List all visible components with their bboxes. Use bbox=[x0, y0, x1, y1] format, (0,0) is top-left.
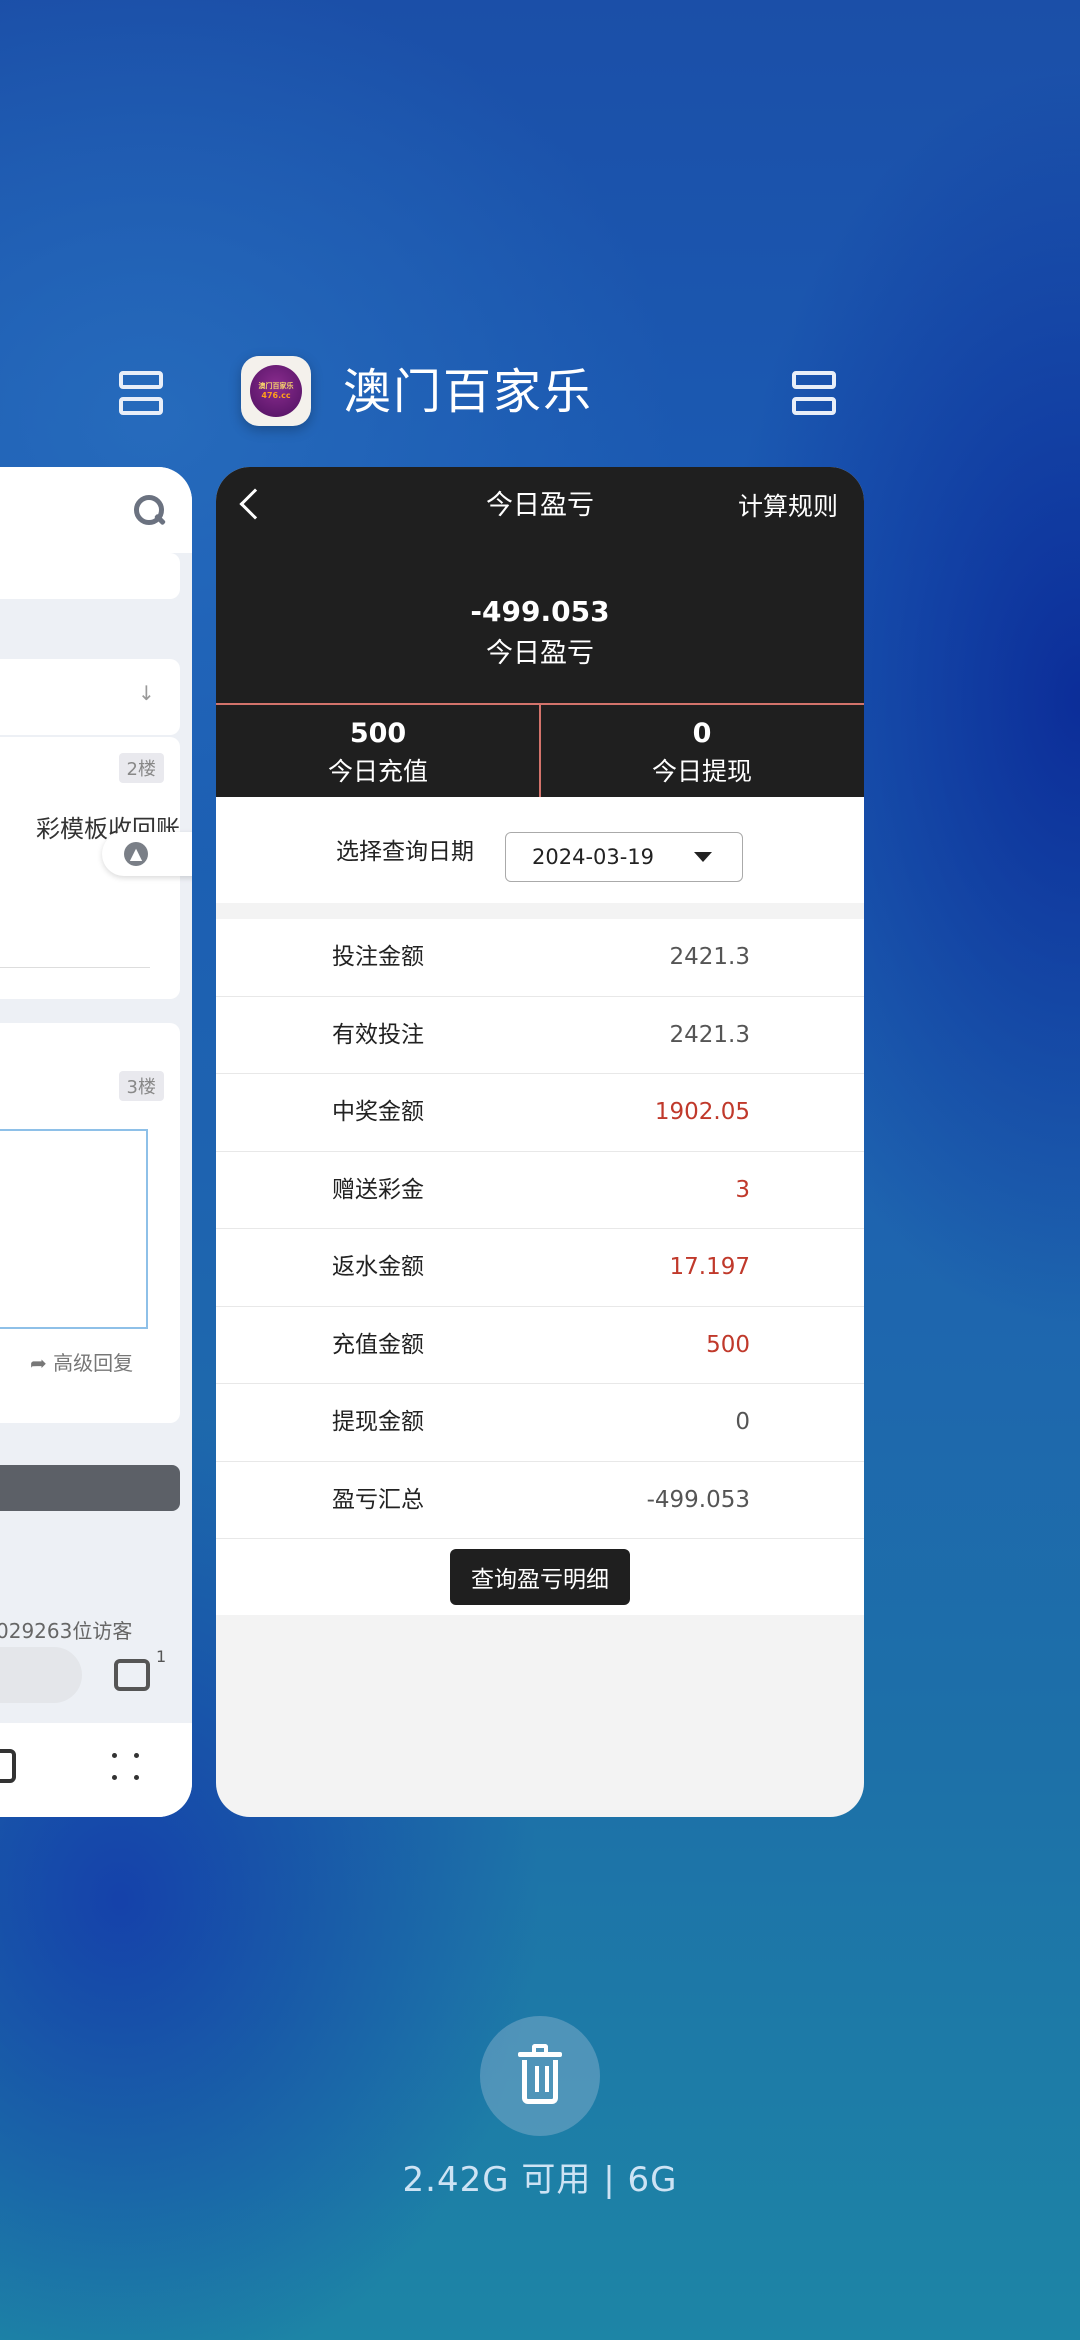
withdraw-stat: 0 今日提现 bbox=[540, 717, 864, 789]
row-value: 0 bbox=[735, 1409, 750, 1435]
row-value: 1902.05 bbox=[654, 1099, 750, 1125]
stats-row: 投注金额 2421.3 bbox=[216, 919, 864, 997]
withdraw-value: 0 bbox=[692, 718, 712, 749]
logo-text: 澳门百家乐 bbox=[258, 382, 294, 390]
app-logo: 澳门百家乐 476.cc bbox=[241, 356, 311, 426]
recent-app-card-main[interactable]: 今日盈亏 计算规则 -499.053 今日盈亏 500 今日充值 0 今日提现 … bbox=[216, 467, 864, 1817]
left-card-nav-bar bbox=[0, 1723, 192, 1817]
stats-row: 盈亏汇总 -499.053 bbox=[216, 1462, 864, 1539]
search-icon[interactable] bbox=[132, 493, 168, 529]
left-card-toolbar bbox=[0, 467, 192, 553]
reply-arrow-icon: ➦ bbox=[30, 1351, 47, 1375]
row-label: 有效投注 bbox=[332, 1021, 424, 1048]
stats-row: 有效投注 2421.3 bbox=[216, 997, 864, 1074]
row-value: 2421.3 bbox=[669, 1021, 750, 1048]
stats-footer: 查询盈亏明细 bbox=[216, 1539, 864, 1615]
row-label: 返水金额 bbox=[332, 1254, 424, 1280]
stats-list: 投注金额 2421.3 有效投注 2421.3 中奖金额 1902.05 赠送彩金 3 … bbox=[216, 919, 864, 1615]
rules-link[interactable]: 计算规则 bbox=[738, 491, 838, 523]
split-screen-icon-left[interactable] bbox=[119, 371, 163, 415]
stats-row: 充值金额 500 bbox=[216, 1307, 864, 1384]
row-value: 17.197 bbox=[669, 1254, 750, 1280]
memory-status: 2.42G 可用 | 6G bbox=[402, 2160, 678, 2200]
clear-all-button[interactable] bbox=[480, 2016, 600, 2136]
app-title: 澳门百家乐 bbox=[343, 364, 594, 420]
stats-row: 中奖金额 1902.05 bbox=[216, 1074, 864, 1152]
reply-textarea[interactable] bbox=[0, 1129, 148, 1329]
dropdown-arrow-icon bbox=[694, 852, 712, 862]
scroll-top-button[interactable]: ▲ bbox=[102, 832, 192, 876]
floor-tag: 2楼 bbox=[118, 753, 164, 783]
stats-row: 提现金额 0 bbox=[216, 1384, 864, 1462]
recharge-label: 今日充值 bbox=[327, 757, 428, 786]
floor-tag: 3楼 bbox=[118, 1071, 164, 1101]
logo-domain: 476.cc bbox=[261, 391, 291, 400]
advanced-reply-link[interactable]: ➦ 高级回复 bbox=[30, 1347, 133, 1376]
date-select[interactable]: 2024-03-19 bbox=[505, 832, 743, 882]
recharge-stat: 500 今日充值 bbox=[216, 717, 540, 789]
stats-row: 返水金额 17.197 bbox=[216, 1229, 864, 1307]
trash-bin bbox=[522, 2060, 558, 2104]
stats-row: 赠送彩金 3 bbox=[216, 1152, 864, 1229]
arrow-up-icon: ▲ bbox=[124, 842, 148, 866]
more-icon[interactable] bbox=[112, 1753, 142, 1783]
row-label: 提现金额 bbox=[332, 1409, 424, 1435]
date-query-label: 选择查询日期 bbox=[336, 839, 474, 865]
left-card-block-1 bbox=[0, 553, 180, 599]
row-label: 投注金额 bbox=[332, 944, 424, 970]
row-label: 充值金额 bbox=[332, 1331, 424, 1358]
comment-input[interactable] bbox=[0, 1647, 82, 1703]
advanced-reply-label: 高级回复 bbox=[53, 1351, 134, 1375]
query-detail-button[interactable]: 查询盈亏明细 bbox=[450, 1549, 630, 1605]
row-label: 赠送彩金 bbox=[332, 1176, 424, 1203]
recharge-value: 500 bbox=[349, 718, 407, 749]
comment-badge: 1 bbox=[156, 1647, 167, 1666]
sort-icon[interactable]: ↓ bbox=[138, 681, 155, 705]
row-label: 盈亏汇总 bbox=[332, 1486, 424, 1513]
recent-app-card-left[interactable]: ↓ 2楼 彩模板收回账 ▲ 3楼 ➦ 高级回复 029263位访客 1 bbox=[0, 467, 192, 1817]
visitor-count: 029263位访客 bbox=[0, 1619, 133, 1643]
withdraw-label: 今日提现 bbox=[651, 757, 752, 786]
date-value: 2024-03-19 bbox=[532, 845, 655, 869]
row-value: 2421.3 bbox=[669, 944, 750, 970]
split-screen-icon-right[interactable] bbox=[792, 371, 836, 415]
trash-lid bbox=[518, 2052, 562, 2057]
summary-header: 今日盈亏 计算规则 -499.053 今日盈亏 500 今日充值 0 今日提现 bbox=[216, 467, 864, 797]
row-value: 3 bbox=[735, 1176, 750, 1203]
profit-label: 今日盈亏 bbox=[486, 638, 594, 669]
left-card-sort-bar: ↓ bbox=[0, 659, 180, 735]
profit-amount: -499.053 bbox=[470, 595, 610, 628]
comment-icon[interactable] bbox=[114, 1659, 150, 1691]
date-query-bar: 选择查询日期 2024-03-19 bbox=[216, 797, 864, 903]
tabs-icon[interactable] bbox=[0, 1749, 16, 1783]
submit-bar[interactable] bbox=[0, 1465, 180, 1511]
row-value: 500 bbox=[706, 1331, 750, 1358]
divider bbox=[0, 967, 150, 968]
row-label: 中奖金额 bbox=[332, 1099, 424, 1125]
row-value: -499.053 bbox=[646, 1486, 750, 1513]
